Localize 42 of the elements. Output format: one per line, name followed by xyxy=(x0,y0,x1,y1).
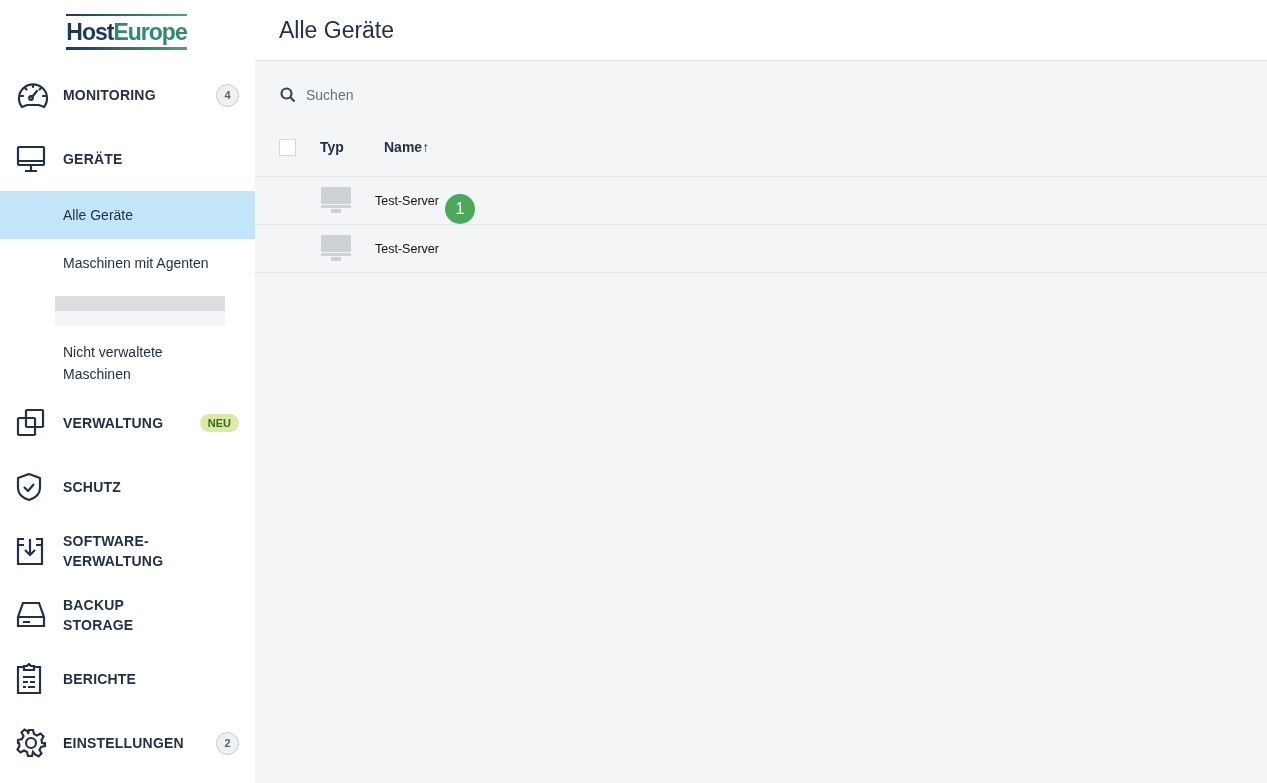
step-marker: 1 xyxy=(444,193,475,224)
count-badge: 2 xyxy=(216,731,239,755)
monitor-icon xyxy=(16,145,46,173)
drive-icon xyxy=(16,601,46,629)
search-icon xyxy=(280,87,296,103)
nav-subitem[interactable]: Nicht verwaltete Maschinen xyxy=(0,335,255,391)
nav-label: SOFTWARE-VERWALTUNG xyxy=(63,532,165,571)
search-field[interactable]: Suchen xyxy=(304,86,558,104)
column-header[interactable]: Typ xyxy=(320,139,384,155)
nav-subitem[interactable]: Alle Geräte xyxy=(0,191,255,239)
table-cell: Test-Server xyxy=(375,241,439,256)
nav-item[interactable]: MONITORING 4 xyxy=(0,63,255,127)
shield-icon xyxy=(16,472,42,502)
overlapping-squares-icon xyxy=(16,408,46,438)
nav-label: EINSTELLUNGEN xyxy=(63,734,185,753)
settings-icon xyxy=(16,728,46,758)
nav-label: GERÄTE xyxy=(63,150,124,169)
nav-label: MONITORING xyxy=(63,86,157,105)
nav-label: SCHUTZ xyxy=(63,478,122,497)
logo: HostEurope xyxy=(66,13,187,50)
monitor-icon xyxy=(321,235,351,262)
nav-item[interactable]: BACKUP STORAGE xyxy=(0,583,255,647)
clipboard-icon xyxy=(16,663,42,695)
nav-item[interactable]: GERÄTE xyxy=(0,127,255,191)
count-badge: 4 xyxy=(216,83,239,107)
select-all-checkbox[interactable] xyxy=(279,138,296,156)
gauge-icon xyxy=(16,80,50,110)
nav-label: BACKUP STORAGE xyxy=(63,596,135,635)
nav-label: BERICHTE xyxy=(63,670,138,689)
nav-item[interactable]: EINSTELLUNGEN 2 xyxy=(0,711,255,775)
nav-item[interactable]: SOFTWARE-VERWALTUNG xyxy=(0,519,255,583)
page-title: Alle Geräte xyxy=(279,16,395,44)
download-tray-icon xyxy=(16,536,44,566)
nav-label: VERWALTUNG xyxy=(63,414,165,433)
nav-item[interactable]: SCHUTZ xyxy=(0,455,255,519)
nav-subitem[interactable]: Maschinen mit Agenten xyxy=(0,239,255,287)
table-cell: Test-Server xyxy=(375,193,439,208)
nav-item[interactable]: VERWALTUNG NEU xyxy=(0,391,255,455)
monitor-icon xyxy=(321,187,351,214)
nav-item[interactable]: BERICHTE xyxy=(0,647,255,711)
column-header[interactable]: Name↑ xyxy=(384,139,430,155)
new-badge: NEU xyxy=(199,414,239,432)
